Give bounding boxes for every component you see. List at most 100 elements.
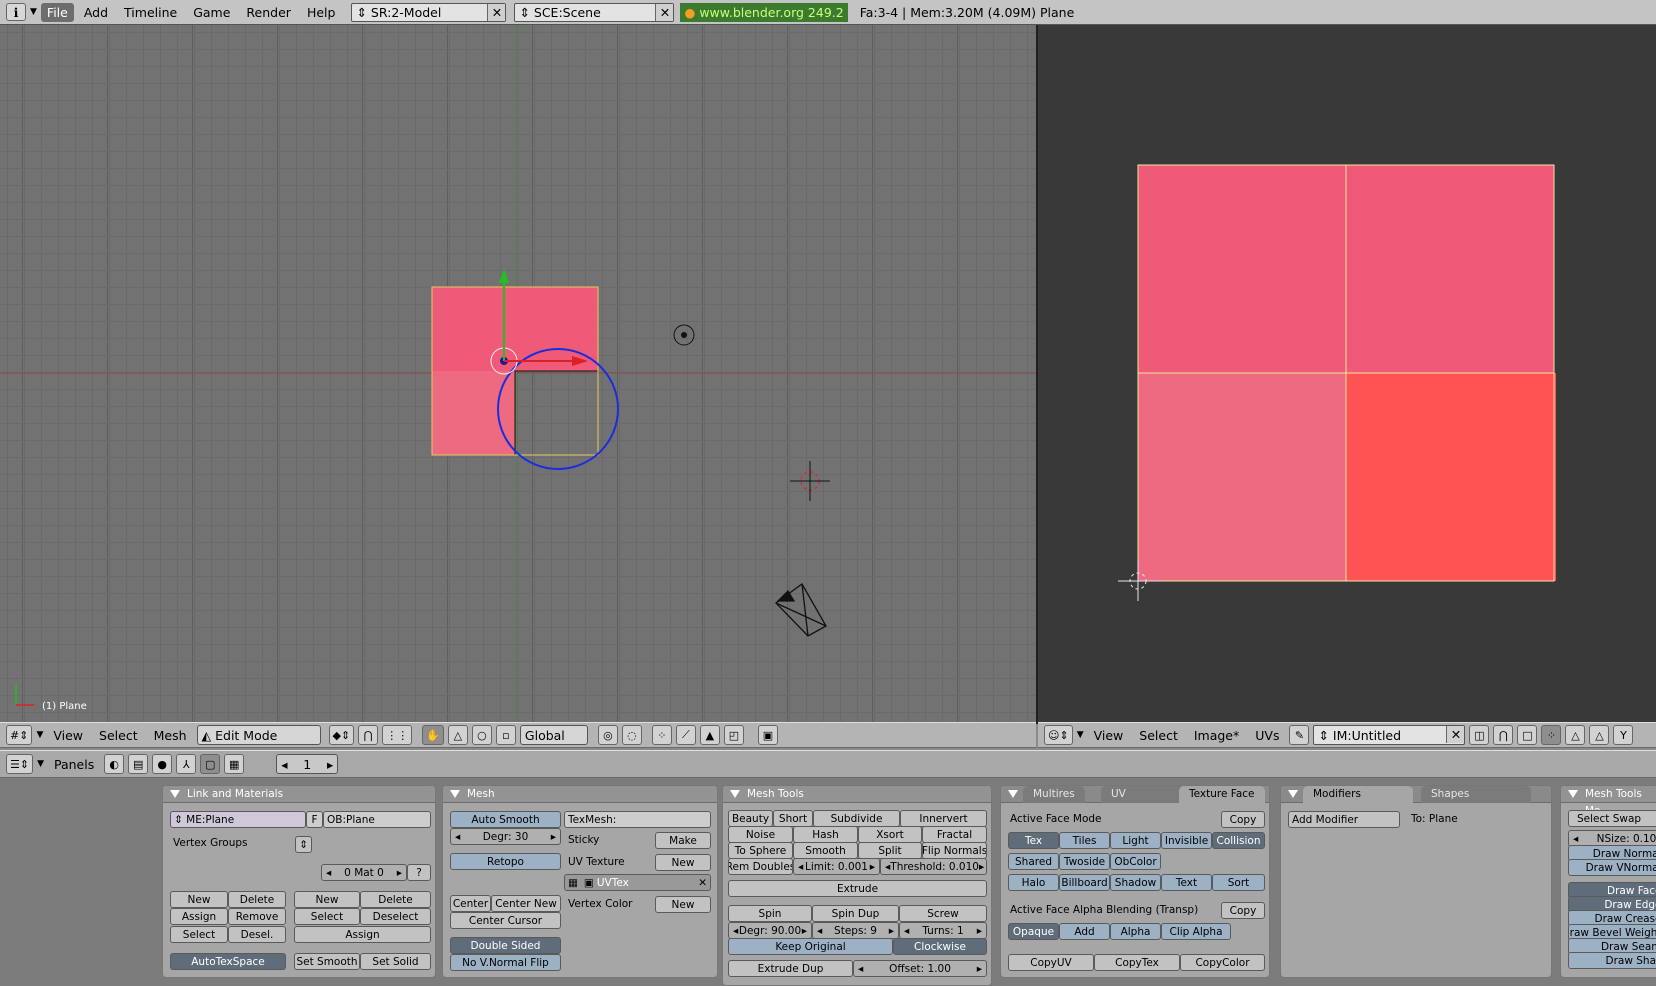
copy-color-button[interactable]: CopyColor [1180,954,1265,971]
menu-uv-select[interactable]: Select [1133,728,1184,743]
tex-toggle[interactable]: Tex [1008,832,1059,849]
scene-selector[interactable]: ⇕ SCE:Scene ✕ [514,2,675,22]
left-arrow-icon[interactable]: ◂ [858,963,863,975]
proportional-icon[interactable]: ◌ [621,725,642,745]
material-help-button[interactable]: ? [407,864,431,881]
vertex-color-new-button[interactable]: New [655,896,711,913]
subdivide-button[interactable]: Subdivide [813,810,900,827]
noise-button[interactable]: Noise [728,826,793,843]
copy-mode-button[interactable]: Copy [1221,811,1265,828]
pack-icon[interactable]: ◫ [1469,725,1490,745]
menu-view[interactable]: View [47,728,89,743]
draw-type-icon[interactable]: ◆⇕ [328,725,355,745]
add-modifier-button[interactable]: Add Modifier [1288,811,1400,828]
close-icon[interactable]: ✕ [698,877,707,889]
info-editor-icon[interactable]: ℹ [6,3,26,21]
xsort-button[interactable]: Xsort [858,826,922,843]
collapse-triangle-icon[interactable] [730,790,740,798]
sticky-make-button[interactable]: Make [655,832,711,849]
uv-vertex-icon[interactable]: ⁘ [1541,725,1562,745]
innervert-selector[interactable]: Innervert [900,810,987,827]
spin-degree-field[interactable]: ◂ Degr: 90.00 ▸ [728,922,812,939]
menu-mesh[interactable]: Mesh [148,728,193,743]
face-select-icon[interactable]: ▲ [699,725,720,745]
opaque-toggle[interactable]: Opaque [1008,923,1059,940]
uv-edge-icon[interactable]: △ [1565,725,1586,745]
material-delete-button[interactable]: Delete [360,891,431,908]
material-index-field[interactable]: ◂ 0 Mat 0 ▸ [321,864,407,881]
autotexspace-toggle[interactable]: AutoTexSpace [170,953,286,970]
edge-select-icon[interactable]: ⟋ [675,725,696,745]
turns-field[interactable]: ◂ Turns: 1 ▸ [899,922,987,939]
uv-island-icon[interactable]: Y [1613,725,1634,745]
left-arrow-icon[interactable]: ◂ [455,831,460,843]
snap-magnet-icon[interactable]: ⋂ [358,725,379,745]
left-arrow-icon[interactable]: ◂ [733,925,738,937]
extrude-dup-button[interactable]: Extrude Dup [728,960,853,977]
threshold-field[interactable]: ◂ Threshold: 0.010 ▸ [880,858,987,875]
right-arrow-icon[interactable]: ▸ [802,925,807,937]
object-name-field[interactable]: OB:Plane [323,811,431,828]
obcolor-toggle[interactable]: ObColor [1110,853,1161,870]
keep-original-toggle[interactable]: Keep Original [728,938,893,955]
layers-icon[interactable]: ⋮⋮ [382,725,413,745]
halo-toggle[interactable]: Halo [1008,874,1059,891]
right-arrow-icon[interactable]: ▸ [979,861,984,873]
right-arrow-icon[interactable]: ▸ [889,925,894,937]
copy-tex-button[interactable]: CopyTex [1094,954,1180,971]
3d-viewport[interactable]: (1) Plane [0,25,1036,724]
copy-alpha-button[interactable]: Copy [1221,902,1265,919]
right-arrow-icon[interactable]: ▸ [327,757,333,772]
3d-scene-canvas[interactable] [0,25,1036,724]
mode-selector[interactable]: ◭ Edit Mode [196,725,321,745]
uv-canvas[interactable] [1038,25,1656,724]
double-sided-toggle[interactable]: Double Sided [450,937,561,954]
menu-render[interactable]: Render [240,3,297,22]
split-button[interactable]: Split [858,842,922,859]
tab-multires[interactable]: Multires [1023,786,1085,803]
mesh-datablock-field[interactable]: ⇕ ME:Plane [170,811,306,828]
vgroup-assign-button[interactable]: Assign [170,908,228,925]
tiles-toggle[interactable]: Tiles [1059,832,1110,849]
collapse-triangle-icon[interactable] [1288,790,1298,798]
material-new-button[interactable]: New [294,891,360,908]
left-arrow-icon[interactable]: ◂ [817,925,822,937]
sync-icon[interactable]: □ [1517,725,1538,745]
material-assign-button[interactable]: Assign [294,926,431,943]
left-arrow-icon[interactable]: ◂ [281,757,287,772]
menu-image[interactable]: Image* [1188,728,1245,743]
spin-button[interactable]: Spin [728,905,812,922]
menu-uvs[interactable]: UVs [1249,728,1285,743]
hash-button[interactable]: Hash [793,826,858,843]
right-arrow-icon[interactable]: ▸ [551,831,556,843]
occlude-icon[interactable]: ◰ [723,725,744,745]
menu-game[interactable]: Game [187,3,236,22]
smooth-degree-field[interactable]: ◂ Degr: 30 ▸ [450,828,561,845]
menu-timeline[interactable]: Timeline [118,3,183,22]
texmesh-field[interactable]: TexMesh: [564,811,711,828]
close-icon[interactable]: ✕ [1446,726,1465,743]
fake-user-toggle[interactable]: F [306,811,323,828]
menu-select[interactable]: Select [93,728,144,743]
right-arrow-icon[interactable]: ▸ [977,963,982,975]
vgroup-select-button[interactable]: Select [170,926,228,943]
light-toggle[interactable]: Light [1110,832,1161,849]
select-swap-button[interactable]: Select Swap [1568,810,1656,827]
auto-smooth-toggle[interactable]: Auto Smooth [450,811,561,828]
vgroup-delete-button[interactable]: Delete [228,891,286,908]
vgroup-new-button[interactable]: New [170,891,228,908]
menu-uv-view[interactable]: View [1088,728,1130,743]
buttons-editor-icon[interactable]: ☰⇕ [6,754,34,774]
left-arrow-icon[interactable]: ◂ [326,867,331,879]
steps-field[interactable]: ◂ Steps: 9 ▸ [812,922,899,939]
fractal-button[interactable]: Fractal [922,826,987,843]
material-deselect-button[interactable]: Deselect [360,908,431,925]
flip-normals-button[interactable]: Flip Normals [922,842,987,859]
close-icon[interactable]: ✕ [487,3,506,21]
right-arrow-icon[interactable]: ▸ [977,925,982,937]
tab-uv-calculation[interactable]: UV Calculation [1101,786,1185,803]
orientation-selector[interactable]: Global [519,725,588,745]
menu-file[interactable]: File [40,2,74,22]
shared-toggle[interactable]: Shared [1008,853,1059,870]
material-select-button[interactable]: Select [294,908,360,925]
